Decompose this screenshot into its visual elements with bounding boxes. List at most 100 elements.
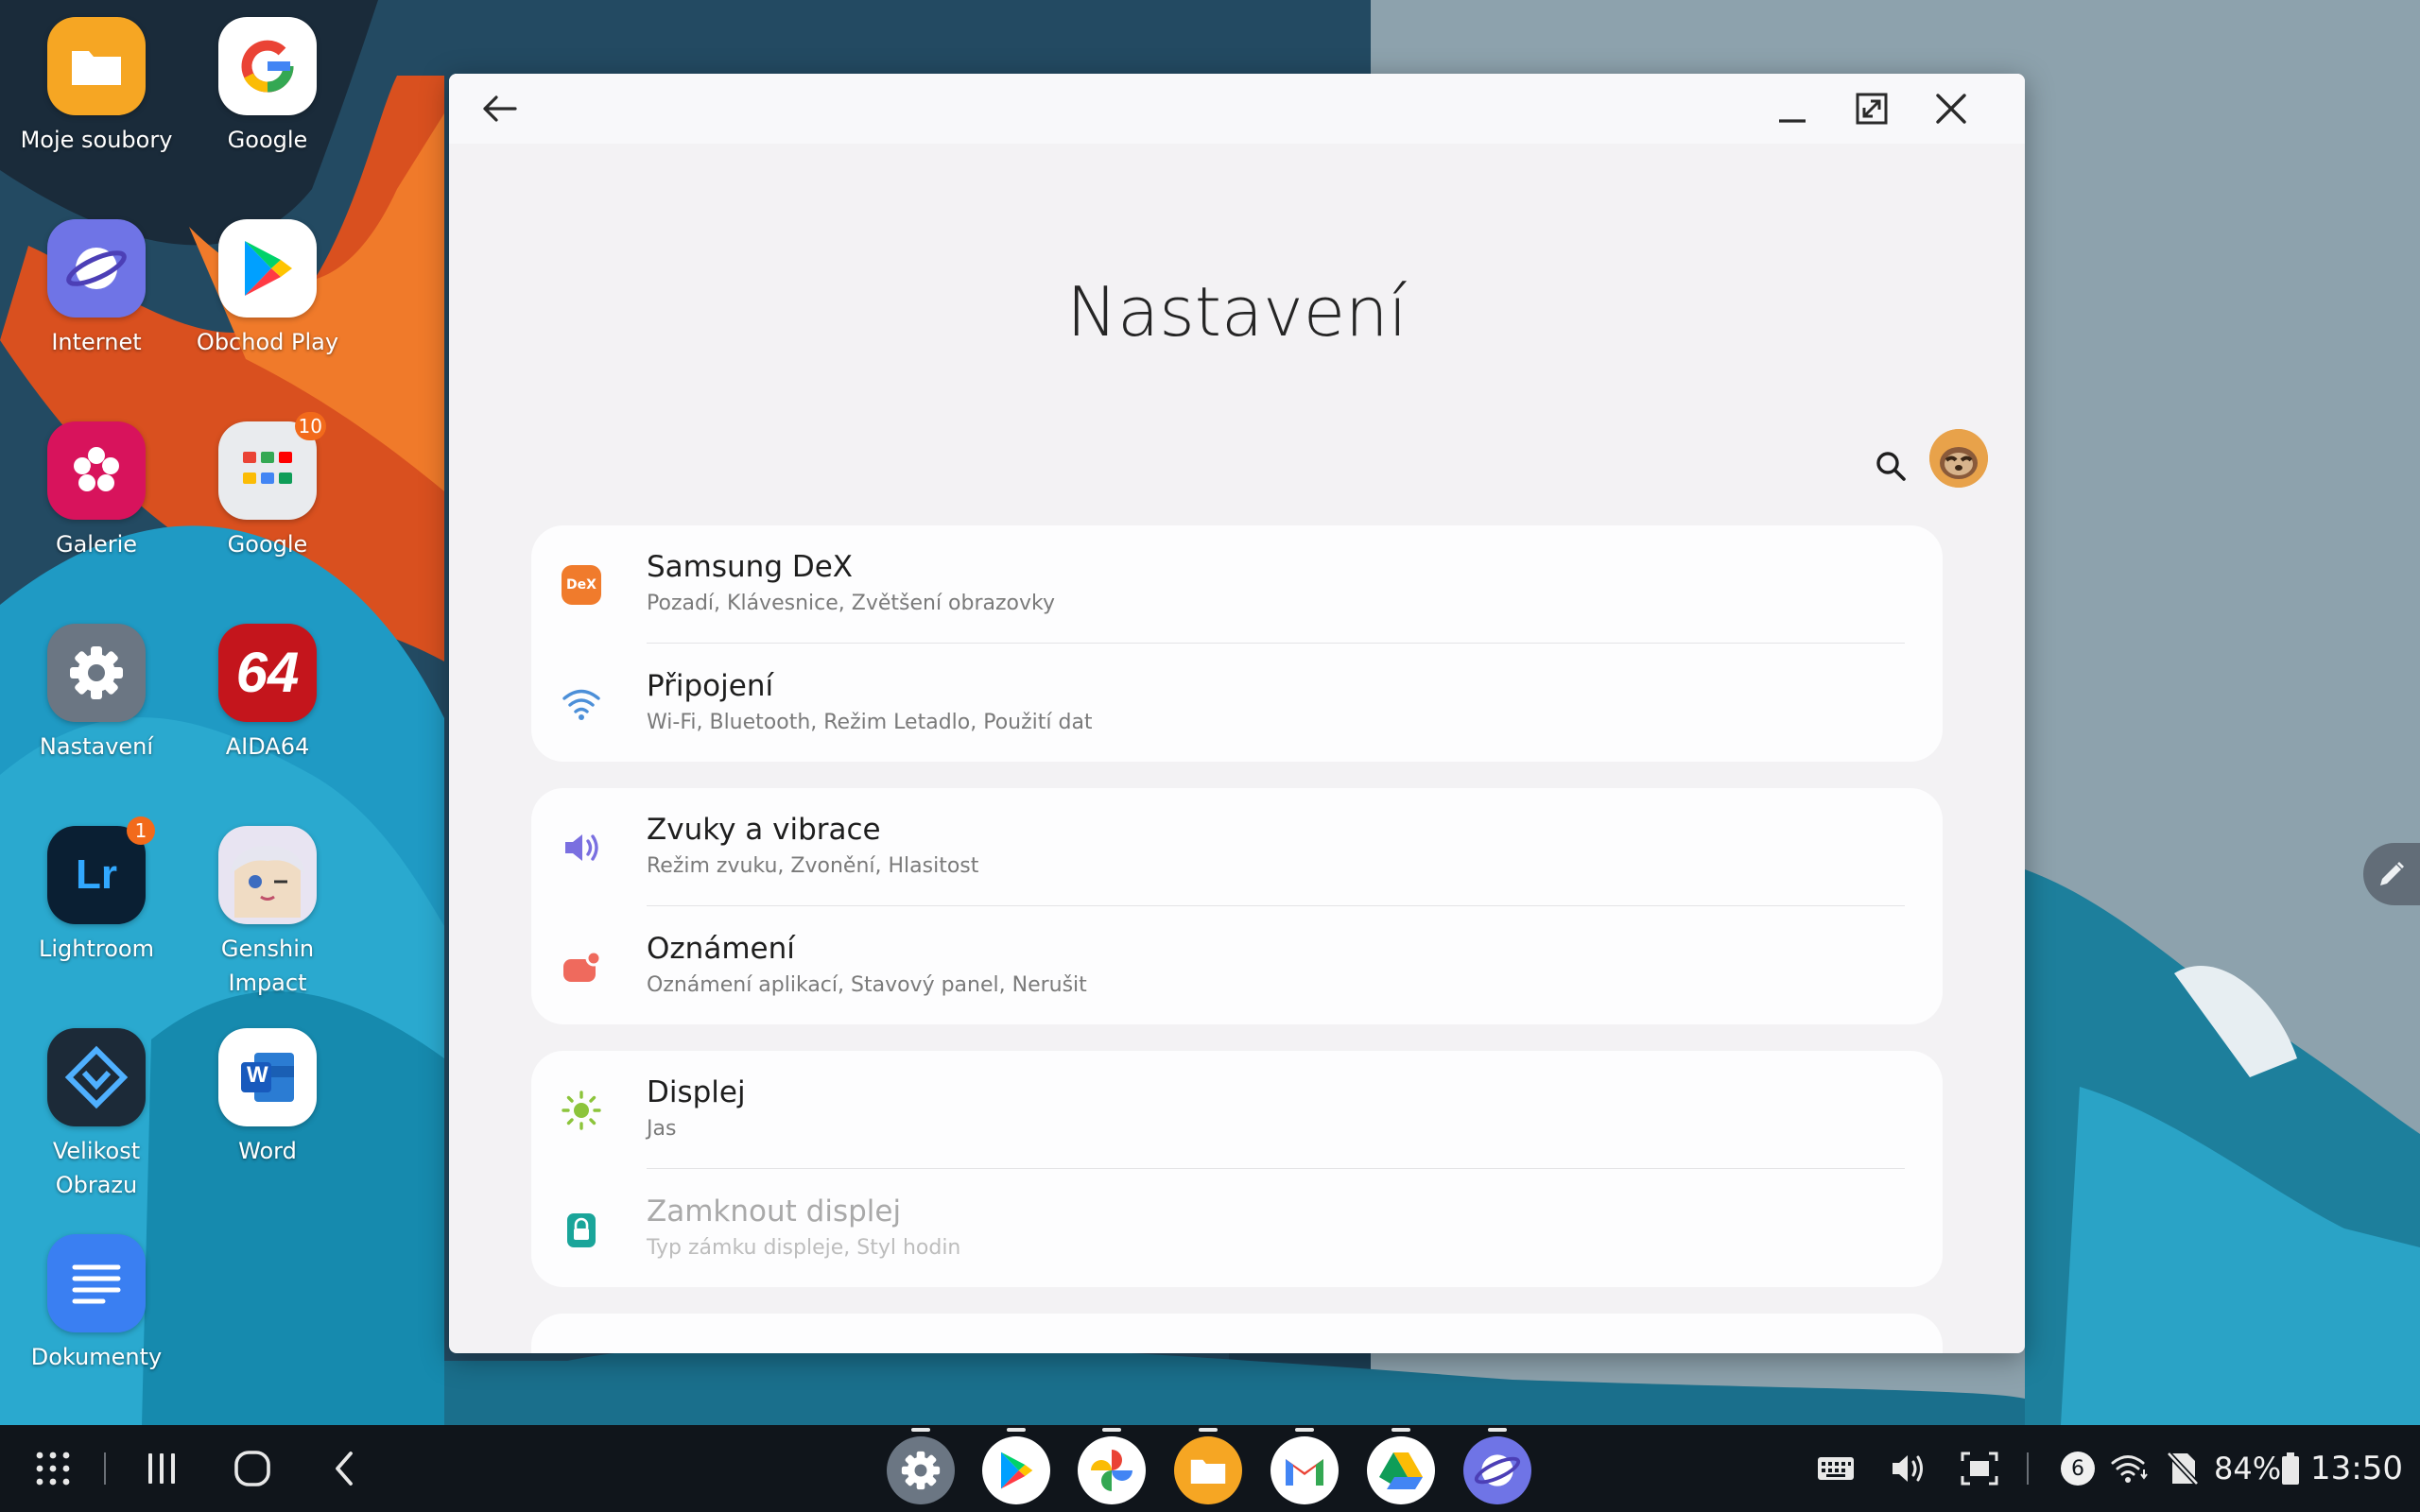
play-store-icon [218,219,317,318]
samsung-internet-icon [1474,1454,1521,1486]
divider [647,643,1905,644]
samsung-internet-icon [47,219,146,318]
page-title: Nastavení [1066,272,1408,352]
desktop-icon-label: Lightroom [39,936,154,962]
settings-item-samsung-dex[interactable]: DeX Samsung DeX Pozadí, Klávesnice, Zvět… [531,525,1943,643]
notification-count-badge[interactable]: 6 [2061,1444,2095,1493]
wifi-icon [562,684,601,724]
battery-percent: 84% [2214,1451,2282,1486]
dock-app-gmail[interactable] [1270,1428,1339,1504]
settings-item-sounds[interactable]: Zvuky a vibrace Režim zvuku, Zvonění, Hl… [531,788,1943,905]
dock-app-play-store[interactable] [982,1428,1050,1504]
running-indicator [1199,1428,1218,1432]
maximize-icon [1856,93,1888,125]
search-icon [1876,452,1906,481]
aida64-icon: 64 [218,624,317,722]
apps-button[interactable] [28,1440,78,1497]
desktop-icon-docs[interactable]: Dokumenty [11,1234,182,1374]
desktop-icon-lightroom[interactable]: Lr 1 Lightroom [11,816,182,966]
back-nav-button[interactable] [321,1440,369,1497]
desktop-icon-google[interactable]: Google [182,17,353,157]
edge-panel-handle[interactable] [2363,843,2420,905]
screen-capture-button[interactable] [1961,1444,1998,1493]
maximize-button[interactable] [1848,85,1895,132]
item-subtitle: Wi-Fi, Bluetooth, Režim Letadlo, Použití… [647,711,1093,734]
settings-item-connections[interactable]: Připojení Wi-Fi, Bluetooth, Režim Letadl… [531,644,1943,762]
desktop-icon-settings[interactable]: Nastavení [11,624,182,764]
lock-icon [562,1210,601,1249]
google-folder-icon: 10 [218,412,326,520]
desktop-icon-gallery[interactable]: Galerie [11,421,182,561]
notification-icon [562,947,601,987]
keyboard-icon [1818,1457,1854,1480]
search-button[interactable] [1862,438,1919,494]
desktop-icon-label: Moje soubory [20,127,173,153]
settings-card: DeX Samsung DeX Pozadí, Klávesnice, Zvět… [531,525,1943,762]
desktop-icon-label: Obchod Play [196,329,339,355]
dock-app-drive[interactable] [1367,1428,1435,1504]
settings-card: Zvuky a vibrace Režim zvuku, Zvonění, Hl… [531,788,1943,1024]
desktop-icon-my-files[interactable]: Moje soubory [11,17,182,157]
item-title: Samsung DeX [647,550,854,584]
desktop-icon-internet[interactable]: Internet [11,219,182,359]
volume-icon [562,828,601,868]
wifi-icon [2111,1455,2148,1483]
pencil-icon [2380,862,2404,885]
desktop-icon-aida64[interactable]: 64 AIDA64 [182,624,353,764]
my-files-icon [47,17,146,115]
item-subtitle: Oznámení aplikací, Stavový panel, Neruši… [647,973,1087,997]
my-files-icon [1190,1459,1226,1484]
taskbar-separator [102,1440,108,1497]
image-size-icon [47,1028,146,1126]
drive-icon [1379,1452,1423,1489]
back-button[interactable] [475,85,523,132]
running-indicator [1102,1428,1121,1432]
desktop-icon-image-size[interactable]: Velikost Obrazu [11,1028,182,1202]
home-button[interactable] [229,1440,276,1497]
settings-item-lock-screen[interactable]: Zamknout displej Typ zámku displeje, Sty… [531,1170,1943,1287]
settings-item-display[interactable]: Displej Jas [531,1051,1943,1168]
apps-grid-icon [36,1452,70,1486]
recents-button[interactable] [138,1440,185,1497]
battery-status [2280,1444,2301,1493]
desktop-icon-label: Dokumenty [30,1344,163,1370]
running-indicator [911,1428,930,1432]
screen-capture-icon [1961,1452,1998,1486]
home-icon [234,1451,270,1486]
back-nav-icon [336,1452,353,1486]
settings-window: Nastavení DeX Samsung DeX Pozadí, Kláves… [449,74,2025,1353]
running-indicator [1295,1428,1314,1432]
settings-icon [47,624,146,722]
desktop-icon-play-store[interactable]: Obchod Play [182,219,353,359]
desktop-icon-word[interactable]: W Word [182,1028,353,1168]
photos-icon [1091,1450,1132,1491]
close-button[interactable] [1927,85,1975,132]
desktop-icon-google-folder[interactable]: 10 Google [182,412,353,561]
notification-badge: 10 [294,412,326,440]
taskbar: 6 84% 13:50 [0,1425,2420,1512]
settings-item-notifications[interactable]: Oznámení Oznámení aplikací, Stavový pane… [531,907,1943,1024]
dock-app-internet[interactable] [1463,1428,1531,1504]
dock-app-my-files[interactable] [1174,1428,1242,1504]
status-separator [2027,1444,2029,1493]
item-subtitle: Jas [647,1117,677,1141]
desktop-icon-label: Google [227,531,308,558]
running-indicator [1392,1428,1410,1432]
genshin-impact-icon [218,826,317,924]
desktop-icon-label: Genshin Impact [220,936,315,996]
recents-icon [148,1453,175,1484]
divider [647,905,1905,906]
dock-app-settings[interactable] [887,1428,955,1504]
desktop-icon-label: Google [227,127,308,153]
dock-app-photos[interactable] [1078,1428,1146,1504]
minimize-button[interactable] [1769,85,1816,132]
battery-icon [2282,1452,2299,1485]
item-title: Zamknout displej [647,1194,902,1228]
desktop-icon-genshin[interactable]: Genshin Impact [182,826,353,1000]
profile-avatar[interactable] [1929,429,1988,488]
no-sim-status [2167,1444,2199,1493]
volume-icon [1893,1455,1923,1482]
item-title: Zvuky a vibrace [647,813,881,847]
keyboard-button[interactable] [1817,1444,1855,1493]
volume-button[interactable] [1891,1444,1927,1493]
